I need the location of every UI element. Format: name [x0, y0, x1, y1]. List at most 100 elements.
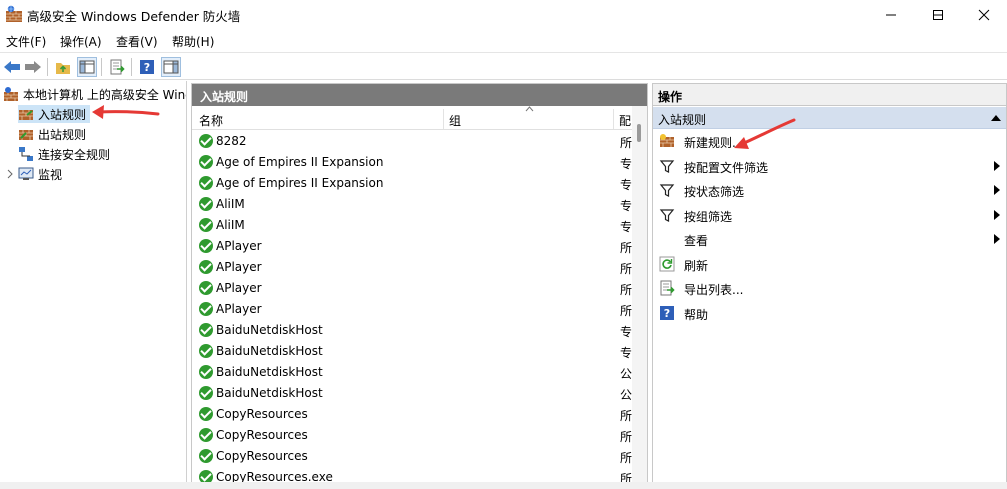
firewall-root-icon	[4, 87, 18, 101]
help-icon: ?	[660, 305, 674, 320]
rule-profile: 专	[620, 178, 633, 192]
submenu-arrow-icon	[994, 234, 1000, 244]
table-row[interactable]: APlayer 所	[192, 278, 633, 299]
column-header-row: 名称 组 配	[192, 106, 633, 130]
collapse-caret-icon[interactable]	[991, 115, 1001, 121]
rule-name: APlayer	[216, 281, 262, 295]
rule-profile: 专	[620, 157, 633, 171]
table-row[interactable]: AliIM 专	[192, 194, 633, 215]
filter-icon	[659, 184, 675, 197]
rule-profile: 公	[620, 367, 633, 381]
enabled-check-icon	[199, 281, 213, 295]
action-export-list[interactable]: 导出列表...	[653, 276, 1006, 301]
tree-root-label: 本地计算机 上的高级安全 Windows	[23, 87, 186, 102]
chevron-right-icon[interactable]	[6, 169, 14, 179]
up-folder-button[interactable]	[53, 57, 73, 77]
action-label: 按配置文件筛选	[684, 160, 769, 175]
menu-help[interactable]: 帮助(H)	[172, 33, 214, 50]
actions-pane: 操作 入站规则 新建规则... 按配置文件筛选 按状态筛选 按组筛选 查看 刷新…	[652, 83, 1007, 489]
back-button[interactable]	[2, 57, 22, 77]
maximize-button[interactable]	[915, 0, 961, 30]
filter-icon	[659, 208, 675, 222]
toolbar-separator	[131, 58, 132, 76]
table-row[interactable]: BaiduNetdiskHost 公	[192, 383, 633, 404]
refresh-icon	[659, 256, 675, 271]
table-row[interactable]: CopyResources 所	[192, 425, 633, 446]
action-filter-by-state[interactable]: 按状态筛选	[653, 178, 1006, 203]
export-button[interactable]	[107, 57, 127, 77]
action-filter-by-profile[interactable]: 按配置文件筛选	[653, 154, 1006, 179]
forward-button[interactable]	[23, 57, 43, 77]
submenu-arrow-icon	[994, 185, 1000, 195]
connection-security-icon	[19, 147, 33, 161]
export-icon	[660, 280, 675, 296]
rule-profile: 公	[620, 388, 633, 402]
column-name[interactable]: 名称	[199, 112, 223, 129]
tree-item-label: 监视	[38, 167, 63, 182]
action-refresh[interactable]: 刷新	[653, 252, 1006, 277]
menu-file[interactable]: 文件(F)	[6, 33, 46, 50]
show-hide-action-pane-button[interactable]	[161, 57, 181, 77]
forward-arrow-icon	[25, 61, 41, 73]
action-pane-icon	[163, 60, 179, 74]
menu-bar: 文件(F) 操作(A) 查看(V) 帮助(H)	[0, 30, 1007, 52]
action-label: 新建规则...	[684, 136, 744, 150]
action-label: 导出列表...	[684, 283, 744, 297]
table-row[interactable]: CopyResources 所	[192, 404, 633, 425]
svg-text:?: ?	[664, 307, 670, 320]
column-profile[interactable]: 配	[619, 112, 631, 129]
toolbar: ?	[0, 52, 1007, 80]
rules-list-pane: 入站规则 名称 组 配 8282 所 Age of Empires II Expa…	[191, 83, 648, 489]
enabled-check-icon	[199, 197, 213, 211]
table-row[interactable]: 8282 所	[192, 131, 633, 152]
close-button[interactable]	[961, 0, 1007, 30]
tree-item-connection-security-rules[interactable]: 连接安全规则	[18, 145, 110, 163]
tree-item-inbound-rules[interactable]: 入站规则	[18, 105, 91, 123]
column-group[interactable]: 组	[449, 112, 461, 129]
menu-view[interactable]: 查看(V)	[116, 33, 158, 50]
rule-profile: 所	[620, 430, 633, 444]
title-bar: 高级安全 Windows Defender 防火墙	[0, 0, 1007, 30]
table-row[interactable]: BaiduNetdiskHost 专	[192, 320, 633, 341]
table-row[interactable]: Age of Empires II Expansion 专	[192, 173, 633, 194]
tree-item-monitoring[interactable]: 监视	[6, 165, 62, 183]
actions-section-header[interactable]: 入站规则	[653, 107, 1006, 129]
table-row[interactable]: CopyResources 所	[192, 446, 633, 467]
column-divider[interactable]	[443, 109, 444, 129]
outbound-rules-icon	[19, 130, 33, 140]
action-filter-by-group[interactable]: 按组筛选	[653, 203, 1006, 228]
enabled-check-icon	[199, 134, 213, 148]
table-row[interactable]: BaiduNetdiskHost 专	[192, 341, 633, 362]
sort-ascending-icon	[525, 106, 534, 112]
table-row[interactable]: Age of Empires II Expansion 专	[192, 152, 633, 173]
toolbar-separator	[47, 58, 48, 76]
action-new-rule[interactable]: 新建规则...	[653, 129, 1006, 154]
table-row[interactable]: APlayer 所	[192, 299, 633, 320]
monitoring-icon	[18, 167, 34, 180]
rule-name: APlayer	[216, 302, 262, 316]
action-help[interactable]: ? 帮助	[653, 301, 1006, 326]
vertical-scrollbar[interactable]	[632, 106, 647, 488]
table-row[interactable]: APlayer 所	[192, 257, 633, 278]
rule-name: BaiduNetdiskHost	[216, 386, 323, 400]
tree-item-label: 入站规则	[38, 107, 87, 122]
maximize-icon	[933, 10, 943, 20]
menu-action[interactable]: 操作(A)	[60, 33, 102, 50]
minimize-button-alt[interactable]	[868, 0, 914, 30]
show-hide-tree-button[interactable]	[77, 57, 97, 77]
tree-item-outbound-rules[interactable]: 出站规则	[18, 125, 86, 143]
scrollbar-thumb[interactable]	[637, 124, 641, 142]
enabled-check-icon	[199, 218, 213, 232]
help-toolbar-button[interactable]: ?	[137, 57, 157, 77]
window-title: 高级安全 Windows Defender 防火墙	[27, 9, 241, 24]
actions-section-label: 入站规则	[658, 113, 707, 127]
tree-root[interactable]: 本地计算机 上的高级安全 Windows	[3, 85, 186, 103]
column-divider[interactable]	[613, 109, 614, 129]
table-row[interactable]: APlayer 所	[192, 236, 633, 257]
table-row[interactable]: AliIM 专	[192, 215, 633, 236]
table-row[interactable]: BaiduNetdiskHost 公	[192, 362, 633, 383]
rule-name: CopyResources	[216, 407, 308, 421]
rule-profile: 专	[620, 346, 633, 360]
action-view[interactable]: 查看	[653, 227, 1006, 252]
rule-profile: 专	[620, 325, 633, 339]
